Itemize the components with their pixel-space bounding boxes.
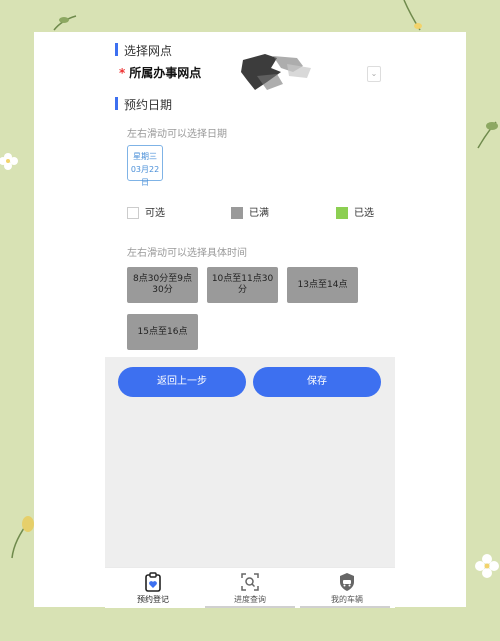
tab-my-vehicles[interactable]: 我的车辆 xyxy=(307,572,387,605)
branch-section-title: 选择网点 xyxy=(115,42,172,59)
date-hint: 左右滑动可以选择日期 xyxy=(127,129,227,140)
leaf-decoration-icon xyxy=(477,121,498,149)
leaf-decoration-icon xyxy=(53,15,77,31)
section-accent-bar xyxy=(115,43,118,56)
tab-progress[interactable]: 进度查询 xyxy=(210,572,290,605)
save-button[interactable]: 保存 xyxy=(253,367,381,397)
required-mark: * xyxy=(119,66,126,80)
time-slot[interactable]: 10点至11点30分 xyxy=(207,267,278,303)
leaf-decoration-icon xyxy=(403,0,422,31)
legend-selected: 已选 xyxy=(336,204,374,219)
legend-available-swatch xyxy=(127,207,139,219)
legend-full: 已满 xyxy=(231,204,269,219)
chevron-down-icon[interactable]: ⌄ xyxy=(367,66,381,82)
back-button[interactable]: 返回上一步 xyxy=(118,367,246,397)
date-day: 03月22日 xyxy=(130,165,160,187)
tab-underline xyxy=(300,606,390,608)
bottom-tab-bar: 预约登记 进度查询 我的车辆 xyxy=(105,567,395,608)
app-screen: 选择网点 * 所属办事网点 ⌄ 预约日期 左右滑动可以选择日期 星期三 03月22… xyxy=(105,32,395,608)
office-label: 所属办事网点 xyxy=(129,66,202,80)
legend-selected-swatch xyxy=(336,207,348,219)
scan-search-icon xyxy=(241,573,259,591)
date-option-selected[interactable]: 星期三 03月22日 xyxy=(127,145,163,187)
time-slot[interactable]: 15点至16点 xyxy=(127,314,198,350)
office-value-redacted[interactable] xyxy=(237,50,317,94)
clipboard-heart-icon xyxy=(145,572,161,592)
legend-full-swatch xyxy=(231,207,243,219)
time-slot[interactable]: 8点30分至9点30分 xyxy=(127,267,198,303)
time-hint: 左右滑动可以选择具体时间 xyxy=(127,248,247,259)
date-weekday: 星期三 xyxy=(133,152,157,161)
time-slot[interactable]: 13点至14点 xyxy=(287,267,358,303)
legend-available: 可选 xyxy=(127,204,165,219)
tab-underline xyxy=(205,606,295,608)
date-section-title: 预约日期 xyxy=(115,96,172,113)
section-accent-bar xyxy=(115,97,118,110)
office-field-label: * 所属办事网点 xyxy=(119,64,201,81)
tab-appointment[interactable]: 预约登记 xyxy=(113,572,193,605)
vehicle-shield-icon xyxy=(340,573,354,591)
flower-decoration-icon xyxy=(0,153,18,170)
flower-decoration-icon xyxy=(475,554,499,578)
